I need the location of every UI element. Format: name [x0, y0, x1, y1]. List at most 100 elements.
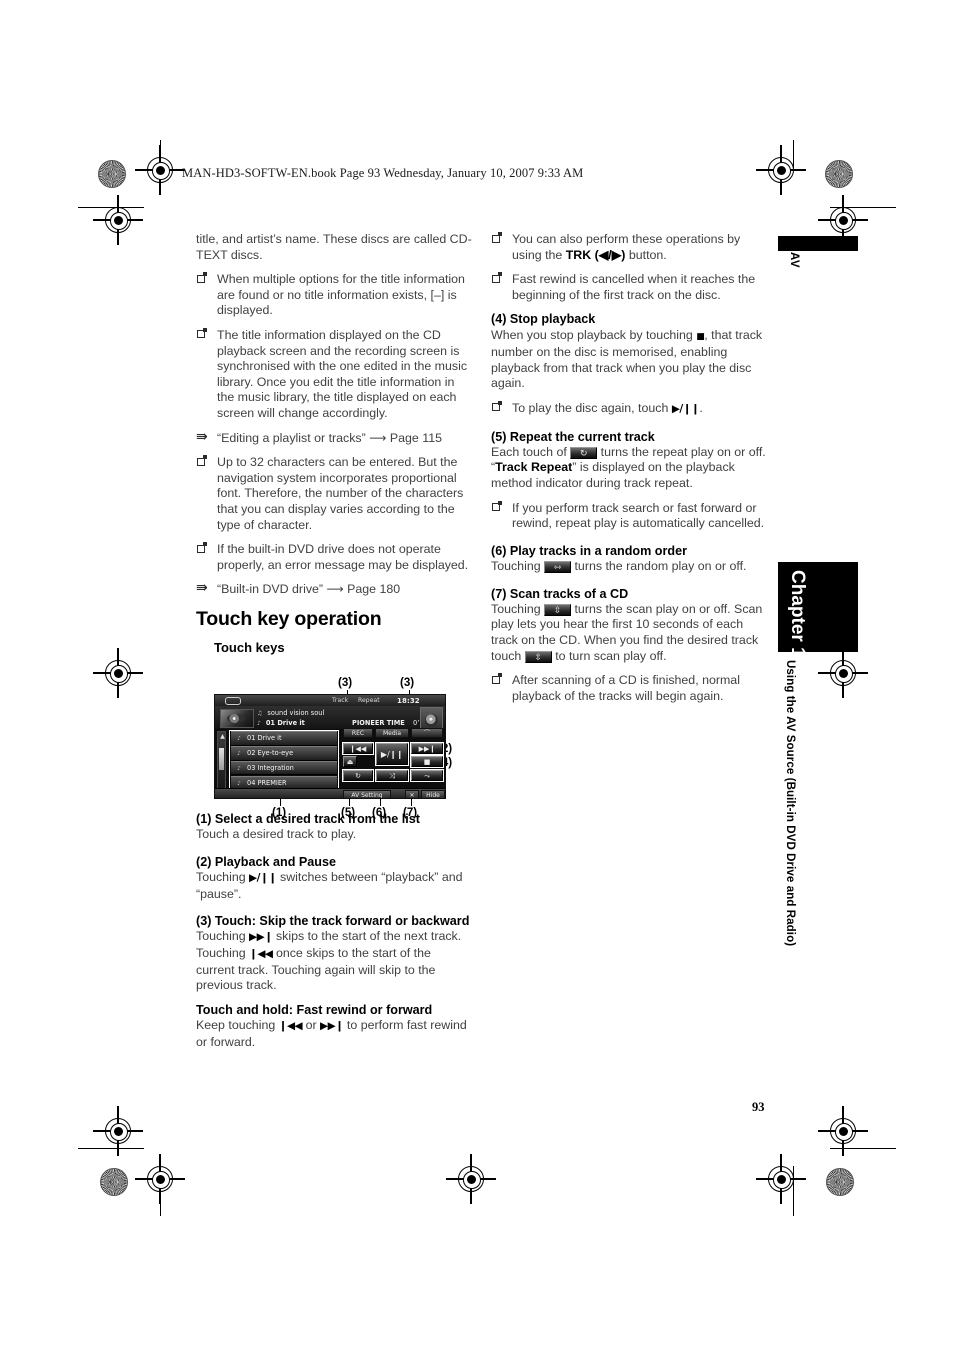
- cross-reference: ⇛ “Editing a playlist or tracks” ⟶ Page …: [196, 428, 472, 447]
- registration-mark-bottom-right-body: [818, 1106, 868, 1156]
- scroll-up-icon[interactable]: ▲: [219, 733, 226, 740]
- next-track-key[interactable]: ▶▶❙: [410, 742, 444, 755]
- track-row-icon: ♪: [237, 765, 241, 772]
- continued-paragraph: title, and artist’s name. These discs ar…: [196, 232, 472, 262]
- arrow-right-icon: ⟶: [326, 582, 344, 597]
- item-3-heading: (3) Touch: Skip the track forward or bac…: [196, 914, 470, 929]
- item-1-body: Touch a desired track to play.: [196, 827, 357, 842]
- previous-track-glyph-icon: ❙◀◀: [249, 948, 273, 961]
- item-2-body-pre: Touching: [196, 870, 250, 885]
- item-6-body-post: turns the random play on or off.: [571, 558, 747, 573]
- item-6-body-pre: Touching: [491, 558, 545, 573]
- item-3-line3-pre: Keep touching: [196, 1018, 279, 1033]
- registration-mark-bottom-right-footer: [756, 1154, 806, 1204]
- cross-reference-hook-icon: ⇛: [196, 580, 208, 597]
- trim-rule-bottom-right: [830, 1148, 896, 1150]
- close-button[interactable]: ✕: [405, 789, 419, 798]
- note-text: When multiple options for the title info…: [217, 272, 465, 318]
- track-list-item[interactable]: ♪ 03 Integration: [231, 760, 337, 776]
- play-pause-glyph-icon: ▶/❙❙: [671, 402, 700, 415]
- note-text: The title information displayed on the C…: [217, 327, 468, 420]
- track-title-line: ♪ 01 Drive it: [257, 719, 305, 728]
- item-4-note-pre: To play the disc again, touch: [512, 400, 672, 415]
- item-4-note-post: .: [699, 400, 703, 415]
- item-5-body: Each touch of ↻ turns the repeat play on…: [491, 445, 767, 461]
- note-item: If you perform track search or fast forw…: [491, 501, 767, 532]
- registration-mark-bottom-left-body: [93, 1106, 143, 1156]
- av-setting-button[interactable]: AV Setting: [343, 789, 391, 798]
- disc-art-icon: [220, 709, 254, 728]
- track-label: 03 Integration: [247, 763, 294, 772]
- trim-rule-bottom-left: [78, 1148, 144, 1150]
- play-mode-indicator: PIONEER TIME: [352, 718, 405, 727]
- track-list-item[interactable]: ♪ 01 Drive it: [231, 731, 337, 746]
- note-item: Fast rewind is cancelled when it reaches…: [491, 272, 767, 303]
- manual-page: MAN-HD3-SOFTW-EN.book Page 93 Wednesday,…: [0, 0, 954, 1351]
- callout-7: (7): [403, 806, 418, 819]
- note-bullet-icon: [197, 328, 208, 339]
- left-column: title, and artist’s name. These discs ar…: [196, 232, 472, 1059]
- note-item: If the built-in DVD drive does not opera…: [196, 542, 472, 573]
- note-bullet-icon: [197, 272, 208, 283]
- chapter-tab-label: Chapter 10: [787, 570, 808, 669]
- scan-key-icon: ⇳: [544, 603, 572, 616]
- item-7-body: Touching ⇳ turns the scan play on or off…: [491, 602, 767, 664]
- track-list-item[interactable]: ♪ 02 Eye-to-eye: [231, 745, 337, 761]
- cross-reference-title: “Editing a playlist or tracks”: [217, 430, 366, 445]
- note-text: If you perform track search or fast forw…: [512, 500, 765, 531]
- play-pause-glyph-icon: ▶/❙❙: [249, 872, 277, 885]
- repeat-key[interactable]: ↻: [342, 769, 374, 782]
- print-calibration-patch-bottom-left: [100, 1168, 128, 1196]
- disc-title: sound vision soul: [267, 708, 325, 717]
- status-repeat-label: Repeat: [358, 696, 380, 704]
- cross-reference-page: Page 115: [389, 430, 442, 445]
- note-bullet-icon: [492, 232, 503, 243]
- random-key-icon: ⇿: [544, 560, 572, 573]
- play-pause-key[interactable]: ▶/❙❙: [375, 742, 409, 766]
- item-3-body-line3: Keep touching ❙◀◀ or ▶▶❙ to perform fast…: [196, 1018, 472, 1050]
- random-key[interactable]: ⤨: [375, 769, 409, 782]
- callout-6: (6): [372, 806, 387, 819]
- eject-key[interactable]: ⏏: [343, 756, 357, 767]
- av-tab-bar: [778, 236, 858, 251]
- callout-5: (5): [341, 806, 356, 819]
- subsection-heading: Touch keys: [214, 640, 285, 656]
- cd-source-icon: [225, 697, 241, 705]
- previous-track-glyph-icon: ❙◀◀: [278, 1020, 303, 1033]
- device-now-playing-panel: ♫ sound vision soul ♪ 01 Drive it PIONEER …: [215, 706, 445, 739]
- note-text: If the built-in DVD drive does not opera…: [217, 542, 469, 572]
- item-5-heading: (5) Repeat the current track: [491, 429, 655, 444]
- stop-key[interactable]: ■: [410, 755, 444, 768]
- registration-mark-bottom-center: [446, 1154, 496, 1204]
- print-calibration-patch-top-left: [98, 160, 126, 188]
- hide-button[interactable]: Hide: [421, 789, 445, 798]
- scan-key[interactable]: ⤳: [410, 769, 444, 782]
- note-icon: ♪: [257, 719, 261, 727]
- next-track-glyph-icon: ▶▶❙: [249, 931, 273, 944]
- item-5-body-post: turns the repeat play on or off.: [597, 444, 766, 459]
- note-text: Fast rewind is cancelled when it reaches…: [512, 272, 756, 302]
- note-item: After scanning of a CD is finished, norm…: [491, 673, 767, 704]
- item-3-subheading: Touch and hold: Fast rewind or forward: [196, 1002, 433, 1017]
- scan-key-icon: ⇳: [524, 650, 552, 663]
- cross-reference: ⇛ “Built-in DVD drive” ⟶ Page 180: [196, 580, 472, 598]
- note-text: Up to 32 characters can be entered. But …: [217, 455, 464, 532]
- disc-icon: ♫: [257, 709, 263, 717]
- callout-1: (1): [272, 806, 287, 819]
- registration-mark-top-left-body: [93, 195, 143, 245]
- registration-mark-middle-right: [818, 648, 868, 698]
- note-item: The title information displayed on the C…: [196, 328, 472, 422]
- note-item: Up to 32 characters can be entered. But …: [196, 455, 472, 533]
- item-1-heading: (1) Select a desired track from the list: [196, 812, 420, 827]
- page-number: 93: [752, 1100, 765, 1114]
- file-header: MAN-HD3-SOFTW-EN.book Page 93 Wednesday,…: [182, 166, 584, 180]
- item-5-body-line2: “Track Repeat” is displayed on the playb…: [491, 460, 767, 491]
- item-4-heading: (4) Stop playback: [491, 312, 596, 327]
- disc-title-line: ♫ sound vision soul: [257, 709, 324, 718]
- previous-track-key[interactable]: ❙◀◀: [342, 742, 374, 755]
- registration-mark-top-right-header: [756, 145, 806, 195]
- cross-reference-hook-icon: ⇛: [196, 428, 208, 445]
- scrollbar-thumb[interactable]: [219, 748, 224, 770]
- trim-rule-right-header: [793, 140, 795, 168]
- track-title: 01 Drive it: [265, 718, 305, 727]
